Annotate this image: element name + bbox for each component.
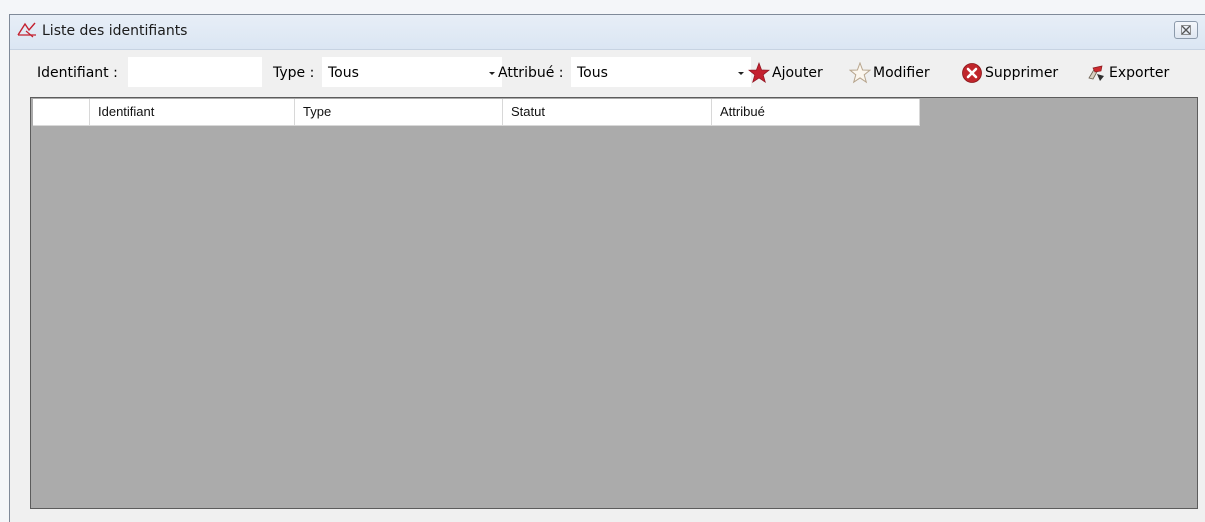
identifiers-window: Liste des identifiants Identifiant : Typ… <box>9 14 1205 522</box>
chevron-down-icon <box>738 72 744 75</box>
attribue-select[interactable]: Tous <box>571 57 751 87</box>
red-star-icon <box>748 62 770 84</box>
attribue-label: Attribué : <box>498 65 564 81</box>
export-button-label: Exporter <box>1109 65 1170 81</box>
export-icon <box>1088 65 1104 81</box>
title-bar: Liste des identifiants <box>10 15 1205 50</box>
identifiers-grid[interactable]: Identifiant Type Statut Attribué <box>30 97 1198 509</box>
grid-header: Identifiant Type Statut Attribué <box>33 99 920 126</box>
red-x-circle-icon <box>962 63 982 83</box>
delete-button-label: Supprimer <box>985 65 1059 81</box>
edit-button[interactable]: Modifier <box>849 60 949 86</box>
type-select-value: Tous <box>328 65 359 81</box>
column-header-type[interactable]: Type <box>295 99 503 125</box>
type-label: Type : <box>273 65 315 81</box>
add-button[interactable]: Ajouter <box>748 60 840 86</box>
edit-button-label: Modifier <box>873 65 930 81</box>
app-icon <box>17 21 37 39</box>
chevron-down-icon <box>489 72 495 75</box>
attribue-select-value: Tous <box>577 65 608 81</box>
identifiant-label: Identifiant : <box>37 65 118 81</box>
close-icon <box>1181 25 1191 35</box>
column-header-attribue[interactable]: Attribué <box>712 99 920 125</box>
column-header-identifiant[interactable]: Identifiant <box>90 99 295 125</box>
row-header-corner <box>33 99 90 125</box>
type-select[interactable]: Tous <box>322 57 502 87</box>
export-button[interactable]: Exporter <box>1085 60 1185 86</box>
column-header-statut[interactable]: Statut <box>503 99 712 125</box>
identifiant-input[interactable] <box>128 57 262 87</box>
add-button-label: Ajouter <box>772 65 823 81</box>
window-title: Liste des identifiants <box>42 23 188 39</box>
filter-toolbar: Identifiant : Type : Tous Attribué : Tou… <box>10 53 1205 93</box>
outline-star-icon <box>849 62 871 84</box>
delete-button[interactable]: Supprimer <box>961 60 1077 86</box>
close-button[interactable] <box>1174 21 1198 39</box>
